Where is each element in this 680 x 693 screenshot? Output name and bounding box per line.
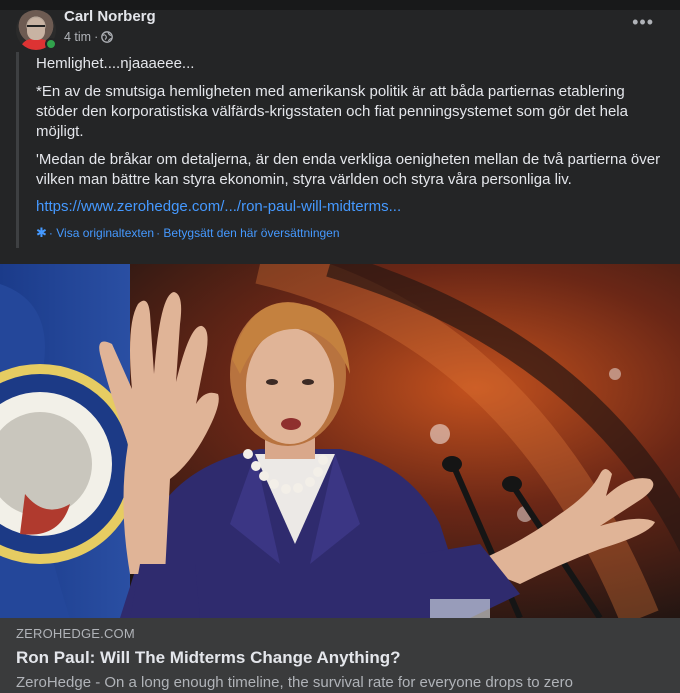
see-original-link[interactable]: · Visa originaltexten [49, 226, 154, 240]
post-meta: 4 tim · [64, 30, 114, 44]
author-name[interactable]: Carl Norberg [64, 8, 156, 25]
gear-icon[interactable]: ✱ [36, 225, 47, 241]
more-options-button[interactable]: ••• [632, 13, 654, 31]
post-text-line-1: Hemlighet....njaaaeee... [36, 55, 195, 72]
meta-separator: · [94, 30, 99, 44]
link-description: ZeroHedge - On a long enough timeline, t… [16, 674, 573, 691]
link-preview-image[interactable] [0, 264, 680, 618]
link-preview-card[interactable]: ZEROHEDGE.COM Ron Paul: Will The Midterm… [0, 618, 680, 693]
online-status-dot [45, 38, 57, 50]
post-text-line-3: 'Medan de bråkar om detaljerna, är den e… [36, 151, 661, 188]
post-text-line-2: *En av de smutsiga hemligheten med ameri… [36, 83, 628, 140]
post-header: Carl Norberg 4 tim · ••• [16, 8, 664, 50]
globe-icon[interactable] [101, 31, 114, 43]
post-text-quote: Hemlighet....njaaaeee... *En av de smuts… [16, 52, 664, 248]
post-link[interactable]: https://www.zerohedge.com/.../ron-paul-w… [36, 198, 664, 215]
post-time[interactable]: 4 tim [64, 30, 91, 44]
translation-bar: ✱ · Visa originaltexten · Betygsätt den … [36, 225, 664, 241]
link-domain: ZEROHEDGE.COM [16, 626, 135, 641]
link-title[interactable]: Ron Paul: Will The Midterms Change Anyth… [16, 648, 664, 668]
rate-translation-link[interactable]: · Betygsätt den här översättningen [156, 226, 339, 240]
